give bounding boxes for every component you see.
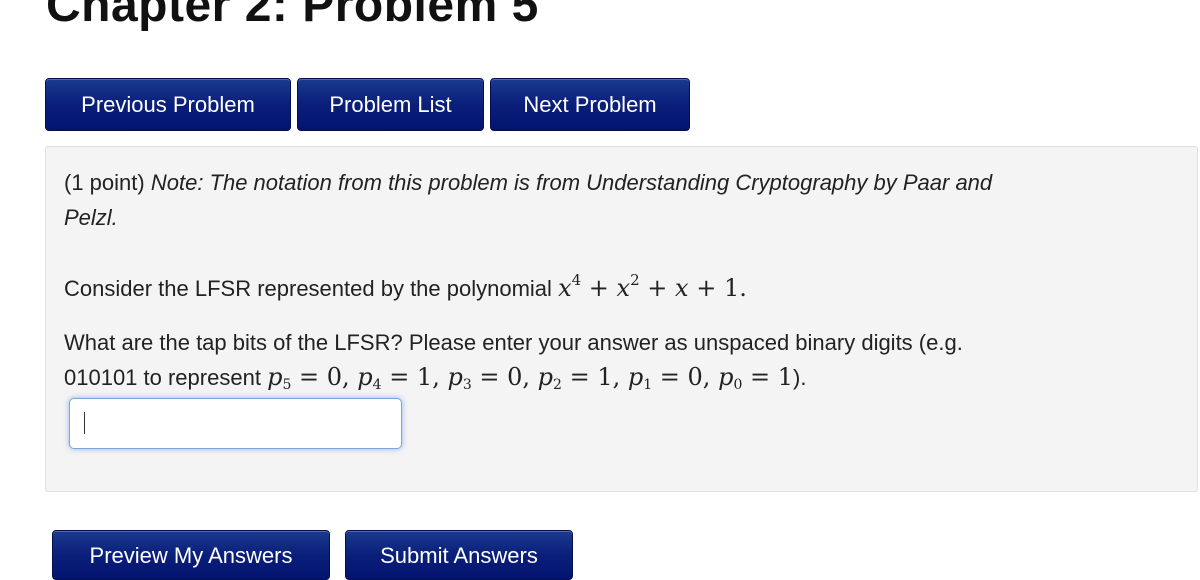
tap-term: p1 = 0, (627, 363, 719, 393)
preview-answers-button[interactable]: Preview My Answers (52, 530, 330, 580)
points-label: (1 point) (64, 170, 145, 195)
tap-term: p3 = 0, (447, 363, 538, 393)
example-prefix: 010101 to represent (64, 365, 261, 390)
polynomial-expression: x4 + x2 + x + 1. (558, 271, 747, 302)
question-text: What are the tap bits of the LFSR? Pleas… (64, 330, 963, 355)
example-suffix: ). (793, 365, 807, 390)
previous-problem-button[interactable]: Previous Problem (45, 78, 291, 131)
answer-actions: Preview My Answers Submit Answers (52, 530, 573, 580)
note-text: Note: The notation from this problem is … (150, 170, 993, 195)
tap-term: p4 = 1, (357, 363, 448, 393)
submit-answers-button[interactable]: Submit Answers (345, 530, 573, 580)
problem-panel: (1 point) Note: The notation from this p… (45, 146, 1198, 492)
problem-list-button[interactable]: Problem List (297, 78, 484, 131)
next-problem-button[interactable]: Next Problem (490, 78, 690, 131)
tap-term: p5 = 0, (267, 363, 358, 393)
problem-question: What are the tap bits of the LFSR? Pleas… (64, 325, 963, 403)
problem-statement: Consider the LFSR represented by the pol… (64, 263, 747, 306)
page-title: Chapter 2: Problem 5 (46, 0, 539, 32)
answer-input[interactable] (69, 398, 402, 449)
example-taps: p5 = 0, p4 = 1, p3 = 0, p2 = 1, p1 = 0, … (267, 363, 794, 393)
text-cursor (84, 412, 85, 434)
problem-navigation: Previous Problem Problem List Next Probl… (45, 78, 690, 131)
tap-term: p2 = 1, (537, 363, 628, 393)
tap-term: p0 = 1 (718, 363, 794, 393)
problem-note: (1 point) Note: The notation from this p… (64, 165, 992, 235)
consider-text: Consider the LFSR represented by the pol… (64, 276, 552, 301)
note-text-cont: Pelzl. (64, 205, 118, 230)
